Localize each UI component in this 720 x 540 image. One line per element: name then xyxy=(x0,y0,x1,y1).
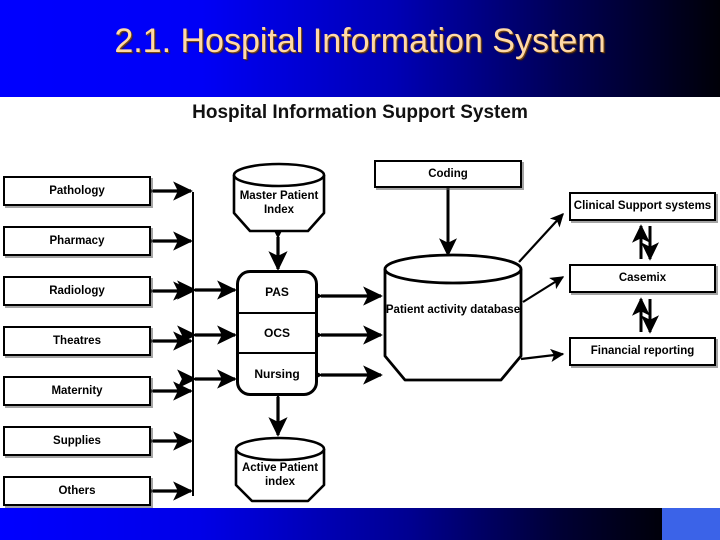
department-box-supplies[interactable]: Supplies xyxy=(3,426,151,456)
core-module-label: PAS xyxy=(265,285,289,300)
core-module-ocs[interactable]: OCS xyxy=(239,314,315,355)
diagram-canvas: Hospital Information Support System Path… xyxy=(0,97,720,508)
department-box-pharmacy[interactable]: Pharmacy xyxy=(3,226,151,256)
department-label: Theatres xyxy=(53,334,101,347)
core-module-nursing[interactable]: Nursing xyxy=(239,354,315,393)
system-box-clinical-support[interactable]: Clinical Support systems xyxy=(569,192,716,221)
department-label: Others xyxy=(58,484,96,497)
department-box-maternity[interactable]: Maternity xyxy=(3,376,151,406)
core-system-stack[interactable]: PAS OCS Nursing xyxy=(236,270,318,396)
cylinder-shape xyxy=(234,436,326,503)
department-box-radiology[interactable]: Radiology xyxy=(3,276,151,306)
slide: 2.1. Hospital Information System Hospita… xyxy=(0,0,720,540)
system-label: Financial reporting xyxy=(590,345,695,358)
core-module-label: Nursing xyxy=(254,366,300,381)
slide-footer-badge xyxy=(662,508,720,540)
core-module-label: OCS xyxy=(263,326,290,340)
department-label: Radiology xyxy=(49,284,105,297)
system-label: Casemix xyxy=(618,272,667,285)
database-active-patient-index[interactable]: Active Patient index xyxy=(231,435,329,507)
system-box-casemix[interactable]: Casemix xyxy=(569,264,716,293)
system-box-financial-reporting[interactable]: Financial reporting xyxy=(569,337,716,366)
cylinder-shape xyxy=(232,162,326,233)
department-label: Pathology xyxy=(49,184,105,197)
page-title: 2.1. Hospital Information System xyxy=(114,22,606,60)
department-box-pathology[interactable]: Pathology xyxy=(3,176,151,206)
cylinder-shape xyxy=(383,253,523,382)
database-master-patient-index[interactable]: Master Patient Index xyxy=(230,161,328,237)
department-box-theatres[interactable]: Theatres xyxy=(3,326,151,356)
coding-box[interactable]: Coding xyxy=(374,160,522,188)
core-module-pas[interactable]: PAS xyxy=(239,273,315,314)
system-label: Clinical Support systems xyxy=(573,200,712,213)
department-label: Supplies xyxy=(53,434,101,447)
department-label: Pharmacy xyxy=(49,234,105,247)
slide-footer-bar xyxy=(0,508,662,540)
coding-label: Coding xyxy=(428,167,468,180)
database-patient-activity[interactable]: Patient activity database xyxy=(381,252,525,386)
department-label: Maternity xyxy=(51,384,103,397)
department-box-others[interactable]: Others xyxy=(3,476,151,506)
